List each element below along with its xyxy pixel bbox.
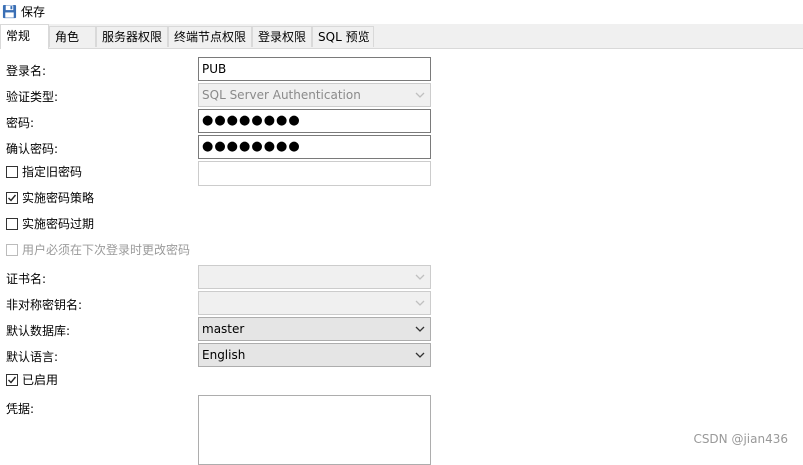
must-change-password-label: 用户必须在下次登录时更改密码 (22, 243, 191, 257)
chevron-down-icon (415, 92, 425, 98)
specify-old-password-checkbox[interactable]: 指定旧密码 (6, 163, 82, 180)
tab-general[interactable]: 常规 (0, 24, 49, 49)
auth-type-label: 验证类型: (6, 90, 59, 104)
tab-bar: 常规 角色 服务器权限 终端节点权限 登录权限 SQL 预览 (0, 24, 803, 49)
default-language-select[interactable]: English (198, 343, 431, 367)
chevron-down-icon (415, 326, 425, 332)
credential-label: 凭据: (6, 402, 35, 416)
login-name-input[interactable]: PUB (198, 57, 431, 81)
certificate-select[interactable] (198, 265, 431, 289)
save-button[interactable]: 保存 (2, 2, 45, 20)
checkbox-box (6, 373, 18, 386)
login-name-label: 登录名: (6, 64, 47, 78)
password-label: 密码: (6, 116, 35, 130)
enforce-expiration-label: 实施密码过期 (22, 217, 95, 231)
toolbar: 保存 (0, 0, 803, 22)
check-icon (8, 376, 17, 384)
checkbox-box (6, 165, 18, 178)
confirm-password-label: 确认密码: (6, 142, 59, 156)
checkbox-box (6, 243, 18, 256)
tab-login-permissions[interactable]: 登录权限 (252, 26, 312, 47)
tab-server-permissions[interactable]: 服务器权限 (96, 26, 168, 47)
tab-sql-preview[interactable]: SQL 预览 (312, 26, 374, 47)
asymmetric-key-label: 非对称密钥名: (6, 298, 83, 312)
enforce-policy-checkbox[interactable]: 实施密码策略 (6, 189, 94, 206)
auth-type-select[interactable]: SQL Server Authentication (198, 83, 431, 107)
checkbox-box (6, 191, 18, 204)
tab-endpoint-permissions[interactable]: 终端节点权限 (168, 26, 252, 47)
default-database-select[interactable]: master (198, 317, 431, 341)
asymmetric-key-select[interactable] (198, 291, 431, 315)
save-label: 保存 (21, 4, 46, 19)
default-language-label: 默认语言: (6, 350, 59, 364)
tab-roles[interactable]: 角色 (49, 26, 96, 47)
check-icon (8, 194, 17, 202)
enforce-policy-label: 实施密码策略 (22, 191, 95, 205)
chevron-down-icon (415, 274, 425, 280)
default-database-label: 默认数据库: (6, 324, 71, 338)
must-change-password-checkbox[interactable]: 用户必须在下次登录时更改密码 (6, 241, 190, 258)
password-input[interactable]: ●●●●●●●● (198, 109, 431, 133)
confirm-password-input[interactable]: ●●●●●●●● (198, 135, 431, 159)
credential-list[interactable] (198, 395, 431, 465)
checkbox-box (6, 217, 18, 230)
old-password-input[interactable] (198, 161, 431, 186)
specify-old-password-label: 指定旧密码 (22, 165, 83, 179)
enabled-label: 已启用 (22, 373, 59, 387)
floppy-disk-icon (2, 4, 17, 18)
default-language-value: English (202, 348, 246, 362)
chevron-down-icon (415, 352, 425, 358)
watermark: CSDN @jian436 (693, 432, 788, 446)
enforce-expiration-checkbox[interactable]: 实施密码过期 (6, 215, 94, 232)
chevron-down-icon (415, 300, 425, 306)
enabled-checkbox[interactable]: 已启用 (6, 371, 58, 388)
certificate-label: 证书名: (6, 272, 47, 286)
default-database-value: master (202, 322, 245, 336)
auth-type-value: SQL Server Authentication (202, 88, 361, 102)
